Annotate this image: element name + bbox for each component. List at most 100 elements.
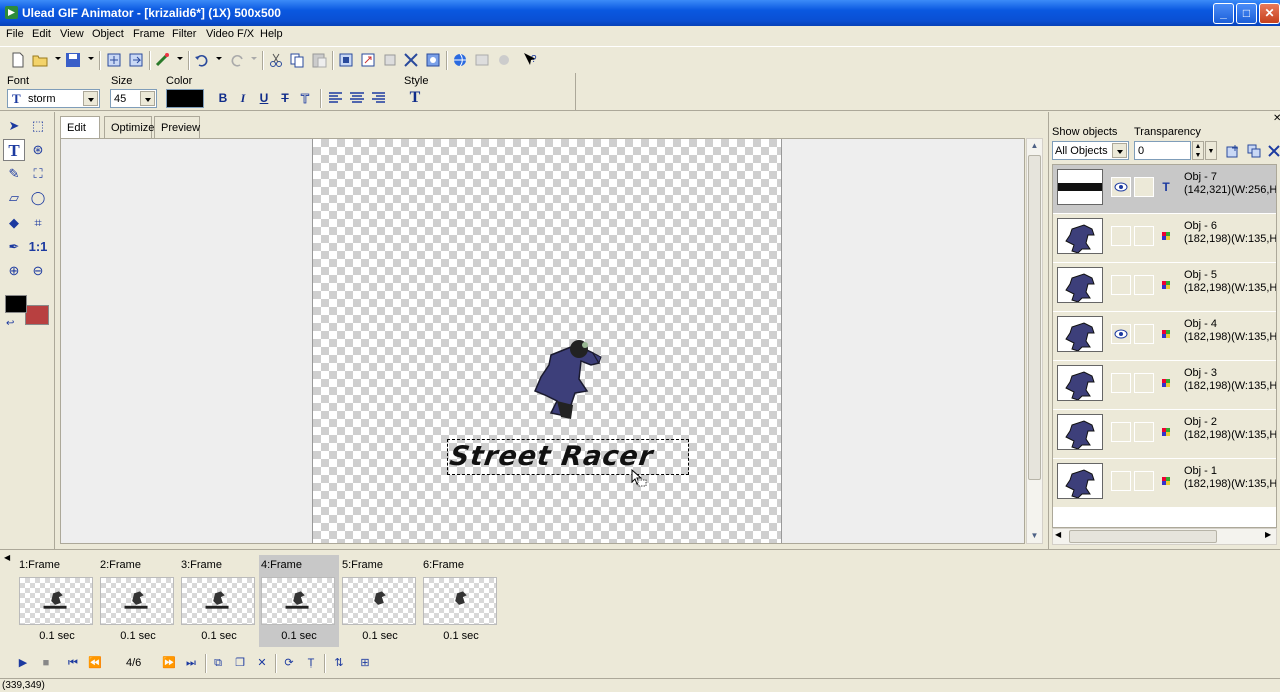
transparency-input[interactable]: 0 (1134, 141, 1191, 160)
object-row[interactable]: T Obj - 7 (142,321)(W:256,H:3 (1053, 165, 1276, 214)
object-row[interactable]: Obj - 3 (182,198)(W:135,H:1 (1053, 361, 1276, 410)
object-row[interactable]: Obj - 4 (182,198)(W:135,H:1 (1053, 312, 1276, 361)
visibility-toggle[interactable] (1111, 422, 1131, 442)
redo-dropdown-icon[interactable] (251, 57, 257, 60)
horizontal-scrollbar[interactable]: ◀ ▶ (1052, 528, 1277, 545)
frame-thumbnail-item[interactable]: 6:Frame 0.1 sec (421, 555, 501, 647)
first-frame-icon[interactable]: ⏮ (64, 655, 82, 671)
marquee-tool-icon[interactable]: ⬚ (27, 115, 49, 137)
optimize-icon[interactable] (424, 51, 442, 69)
frame-delay[interactable]: 0.1 sec (17, 630, 97, 642)
import-icon[interactable] (105, 51, 123, 69)
character-sprite[interactable] (521, 335, 606, 419)
last-frame-icon[interactable]: ⏭ (182, 655, 200, 671)
object-list[interactable]: T Obj - 7 (142,321)(W:256,H:3 Obj - 6 (182,1… (1052, 164, 1277, 528)
transform-tool-icon[interactable]: ⊛ (27, 139, 49, 161)
scroll-right-icon[interactable]: ▶ (1265, 530, 1271, 539)
new-icon[interactable] (9, 51, 27, 69)
crop-icon[interactable] (337, 51, 355, 69)
visibility-toggle[interactable] (1111, 177, 1131, 197)
underline-button[interactable]: U (255, 89, 273, 107)
strikethrough-button[interactable]: T (276, 89, 294, 107)
align-right-icon[interactable] (369, 89, 387, 107)
frame-thumbnail-item[interactable]: 4:Frame 0.1 sec (259, 555, 339, 647)
visibility-toggle[interactable] (1111, 471, 1131, 491)
size-select[interactable]: 45 (110, 89, 157, 108)
lock-toggle[interactable] (1134, 177, 1154, 197)
visibility-toggle[interactable] (1111, 275, 1131, 295)
tab-edit[interactable]: Edit (60, 116, 100, 138)
panel-collapse-icon[interactable]: ◀ (4, 553, 10, 562)
menu-view[interactable]: View (60, 28, 84, 40)
visibility-toggle[interactable] (1111, 324, 1131, 344)
copy-icon[interactable] (288, 51, 306, 69)
scroll-down-icon[interactable]: ▼ (1028, 529, 1041, 543)
frame-thumbnail-item[interactable]: 2:Frame 0.1 sec (98, 555, 178, 647)
frame-delay[interactable]: 0.1 sec (421, 630, 501, 642)
browser-preview-icon[interactable] (451, 51, 469, 69)
stop-icon[interactable]: ■ (37, 655, 55, 671)
chevron-down-icon[interactable]: ▼ (1205, 141, 1217, 160)
foreground-color-swatch[interactable] (5, 295, 27, 313)
crop-tool-icon[interactable]: ⛶ (27, 163, 49, 185)
italic-button[interactable]: I (234, 89, 252, 107)
trim-icon[interactable] (402, 51, 420, 69)
scroll-left-icon[interactable]: ◀ (1055, 530, 1061, 539)
scroll-up-icon[interactable]: ▲ (1028, 139, 1041, 153)
text-color-swatch[interactable] (166, 89, 204, 108)
new-object-icon[interactable] (1225, 143, 1241, 159)
background-color-swatch[interactable] (25, 305, 49, 325)
frame-thumbnail-item[interactable]: 5:Frame 0.1 sec (340, 555, 420, 647)
object-row[interactable]: Obj - 5 (182,198)(W:135,H:1 (1053, 263, 1276, 312)
outline-text-icon[interactable]: T (298, 89, 316, 107)
fill-tool-icon[interactable]: ◆ (3, 212, 25, 234)
scrollbar-thumb[interactable] (1069, 530, 1217, 543)
frame-delay[interactable]: 0.1 sec (340, 630, 420, 642)
zoom-out-icon[interactable]: ⊖ (27, 260, 49, 282)
cut-icon[interactable] (267, 51, 285, 69)
lock-toggle[interactable] (1134, 275, 1154, 295)
frame-delay[interactable]: 0.1 sec (98, 630, 178, 642)
minimize-button[interactable]: _ (1213, 3, 1234, 24)
delete-frame-icon[interactable]: ✕ (253, 655, 271, 671)
menu-frame[interactable]: Frame (133, 28, 165, 40)
canvas[interactable]: Street Racer (312, 139, 782, 543)
frame-delay[interactable]: 0.1 sec (179, 630, 259, 642)
next-frame-icon[interactable]: ⏩ (160, 655, 178, 671)
rotate-icon[interactable] (381, 51, 399, 69)
wizard-icon[interactable] (154, 51, 172, 69)
text-banner-icon[interactable]: Ṭ (302, 655, 320, 671)
chevron-down-icon[interactable] (83, 91, 98, 106)
font-select[interactable]: T storm (7, 89, 100, 108)
undo-dropdown-icon[interactable] (216, 57, 222, 60)
reverse-frames-icon[interactable]: ⇅ (330, 655, 348, 671)
menu-file[interactable]: File (6, 28, 24, 40)
undo-icon[interactable] (193, 51, 211, 69)
help-icon[interactable]: ? (521, 51, 539, 69)
menu-filter[interactable]: Filter (172, 28, 196, 40)
frame-thumbnail-item[interactable]: 1:Frame 0.1 sec (17, 555, 97, 647)
chevron-down-icon[interactable] (1112, 143, 1127, 158)
align-left-icon[interactable] (327, 89, 345, 107)
save-icon[interactable] (64, 51, 82, 69)
lock-toggle[interactable] (1134, 422, 1154, 442)
web-icon[interactable] (473, 51, 491, 69)
tab-preview[interactable]: Preview (154, 116, 200, 138)
paint-tool-icon[interactable]: ✎ (3, 163, 25, 185)
delete-object-icon[interactable] (1266, 143, 1280, 159)
actual-size-tool-icon[interactable]: 1:1 (27, 236, 49, 258)
frame-delay[interactable]: 0.1 sec (259, 630, 339, 642)
save-dropdown-icon[interactable] (88, 57, 94, 60)
object-row[interactable]: Obj - 1 (182,198)(W:135,H:1 (1053, 459, 1276, 508)
resize-icon[interactable] (359, 51, 377, 69)
pick-tool-icon[interactable]: ➤ (3, 115, 25, 137)
eyedropper-tool-icon[interactable]: ✒ (3, 236, 25, 258)
menu-object[interactable]: Object (92, 28, 124, 40)
menu-help[interactable]: Help (260, 28, 283, 40)
resize-tool-icon[interactable]: ⌗ (27, 212, 49, 234)
lock-toggle[interactable] (1134, 471, 1154, 491)
visibility-toggle[interactable] (1111, 226, 1131, 246)
transparency-spinner[interactable]: ▲ ▼ (1192, 141, 1204, 160)
chevron-down-icon[interactable] (140, 91, 155, 106)
duplicate-frame-icon[interactable]: ❐ (231, 655, 249, 671)
